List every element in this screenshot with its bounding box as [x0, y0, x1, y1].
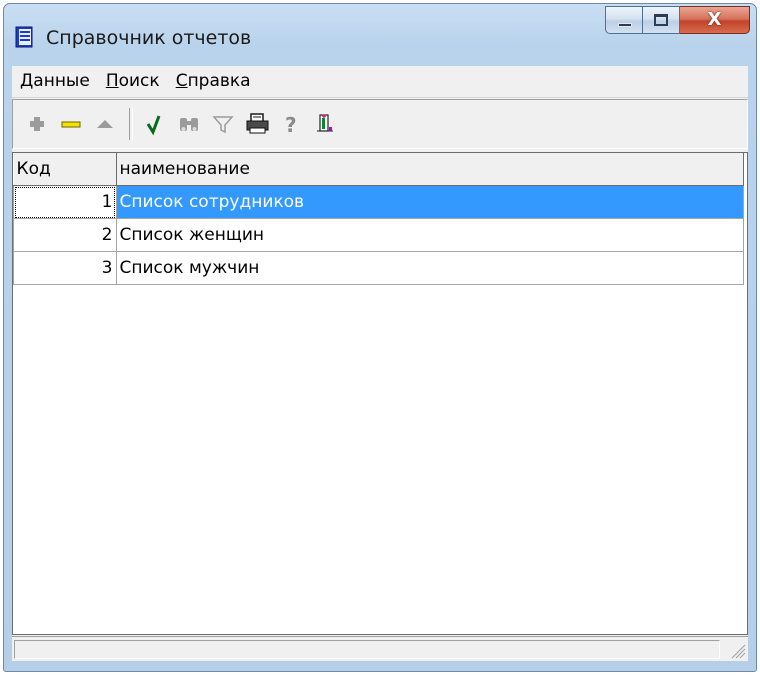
menu-data-accelerator: Д	[20, 71, 34, 91]
print-button[interactable]	[243, 109, 273, 139]
cell-code[interactable]: 1	[13, 185, 117, 219]
status-panel	[14, 640, 720, 659]
filter-icon	[212, 116, 234, 134]
svg-text:?: ?	[285, 113, 297, 137]
close-icon: X	[707, 9, 722, 30]
menu-search-label: оиск	[118, 71, 160, 91]
report-directory-window: Справочник отчетов X Данные Поиск Справк…	[3, 3, 757, 672]
table-row[interactable]: 2 Список женщин	[13, 218, 744, 252]
menu-data[interactable]: Данные	[12, 66, 98, 96]
exit-button[interactable]	[311, 109, 341, 139]
toolbar-separator	[129, 108, 133, 140]
window-title: Справочник отчетов	[46, 27, 252, 49]
menu-help-label: правка	[187, 71, 251, 91]
caption-buttons: X	[605, 6, 750, 36]
reports-table: Код наименование 1 Список сотрудников 2 …	[13, 153, 744, 285]
apply-button[interactable]	[141, 109, 171, 139]
status-bar	[12, 636, 748, 661]
menu-data-label: анные	[33, 71, 90, 91]
printer-icon	[246, 113, 269, 134]
cell-code[interactable]: 3	[13, 251, 117, 285]
find-button[interactable]	[175, 109, 205, 139]
title-bar[interactable]: Справочник отчетов X	[4, 4, 756, 66]
help-button[interactable]: ?	[277, 109, 307, 139]
check-icon	[146, 115, 161, 136]
cell-name[interactable]: Список сотрудников	[115, 185, 744, 219]
exit-door-icon	[317, 114, 333, 132]
binoculars-icon	[180, 118, 198, 131]
delete-icon	[61, 121, 81, 128]
reports-grid[interactable]: Код наименование 1 Список сотрудников 2 …	[12, 152, 748, 635]
cell-code[interactable]: 2	[13, 218, 117, 252]
menu-help-accelerator: С	[175, 71, 188, 91]
notebook-icon	[15, 26, 33, 48]
minimize-button[interactable]	[605, 6, 643, 34]
maximize-icon	[654, 14, 668, 26]
filter-button[interactable]	[209, 109, 239, 139]
table-row[interactable]: 3 Список мужчин	[13, 251, 744, 285]
add-record-button[interactable]	[23, 109, 53, 139]
cell-name[interactable]: Список мужчин	[115, 251, 744, 285]
delete-record-button[interactable]	[57, 109, 87, 139]
toolbar: ?	[12, 99, 748, 149]
menu-search[interactable]: Поиск	[98, 66, 168, 96]
minimize-icon	[618, 23, 632, 27]
close-button[interactable]: X	[680, 6, 750, 34]
table-row[interactable]: 1 Список сотрудников	[13, 185, 744, 219]
column-header-name[interactable]: наименование	[116, 153, 744, 186]
menu-bar: Данные Поиск Справка	[12, 66, 748, 96]
client-area: Данные Поиск Справка ? Код наименование …	[12, 66, 748, 661]
maximize-button[interactable]	[643, 6, 680, 34]
move-up-button[interactable]	[91, 109, 121, 139]
menu-search-accelerator: П	[105, 71, 119, 91]
add-icon	[30, 117, 44, 131]
column-header-code[interactable]: Код	[13, 153, 117, 186]
help-icon: ?	[285, 113, 297, 137]
menu-divider	[12, 97, 748, 98]
move-up-icon	[97, 120, 113, 128]
resize-grip-icon[interactable]	[728, 641, 746, 659]
menu-help[interactable]: Справка	[168, 66, 259, 96]
header-row: Код наименование	[13, 153, 744, 186]
cell-name[interactable]: Список женщин	[115, 218, 744, 252]
